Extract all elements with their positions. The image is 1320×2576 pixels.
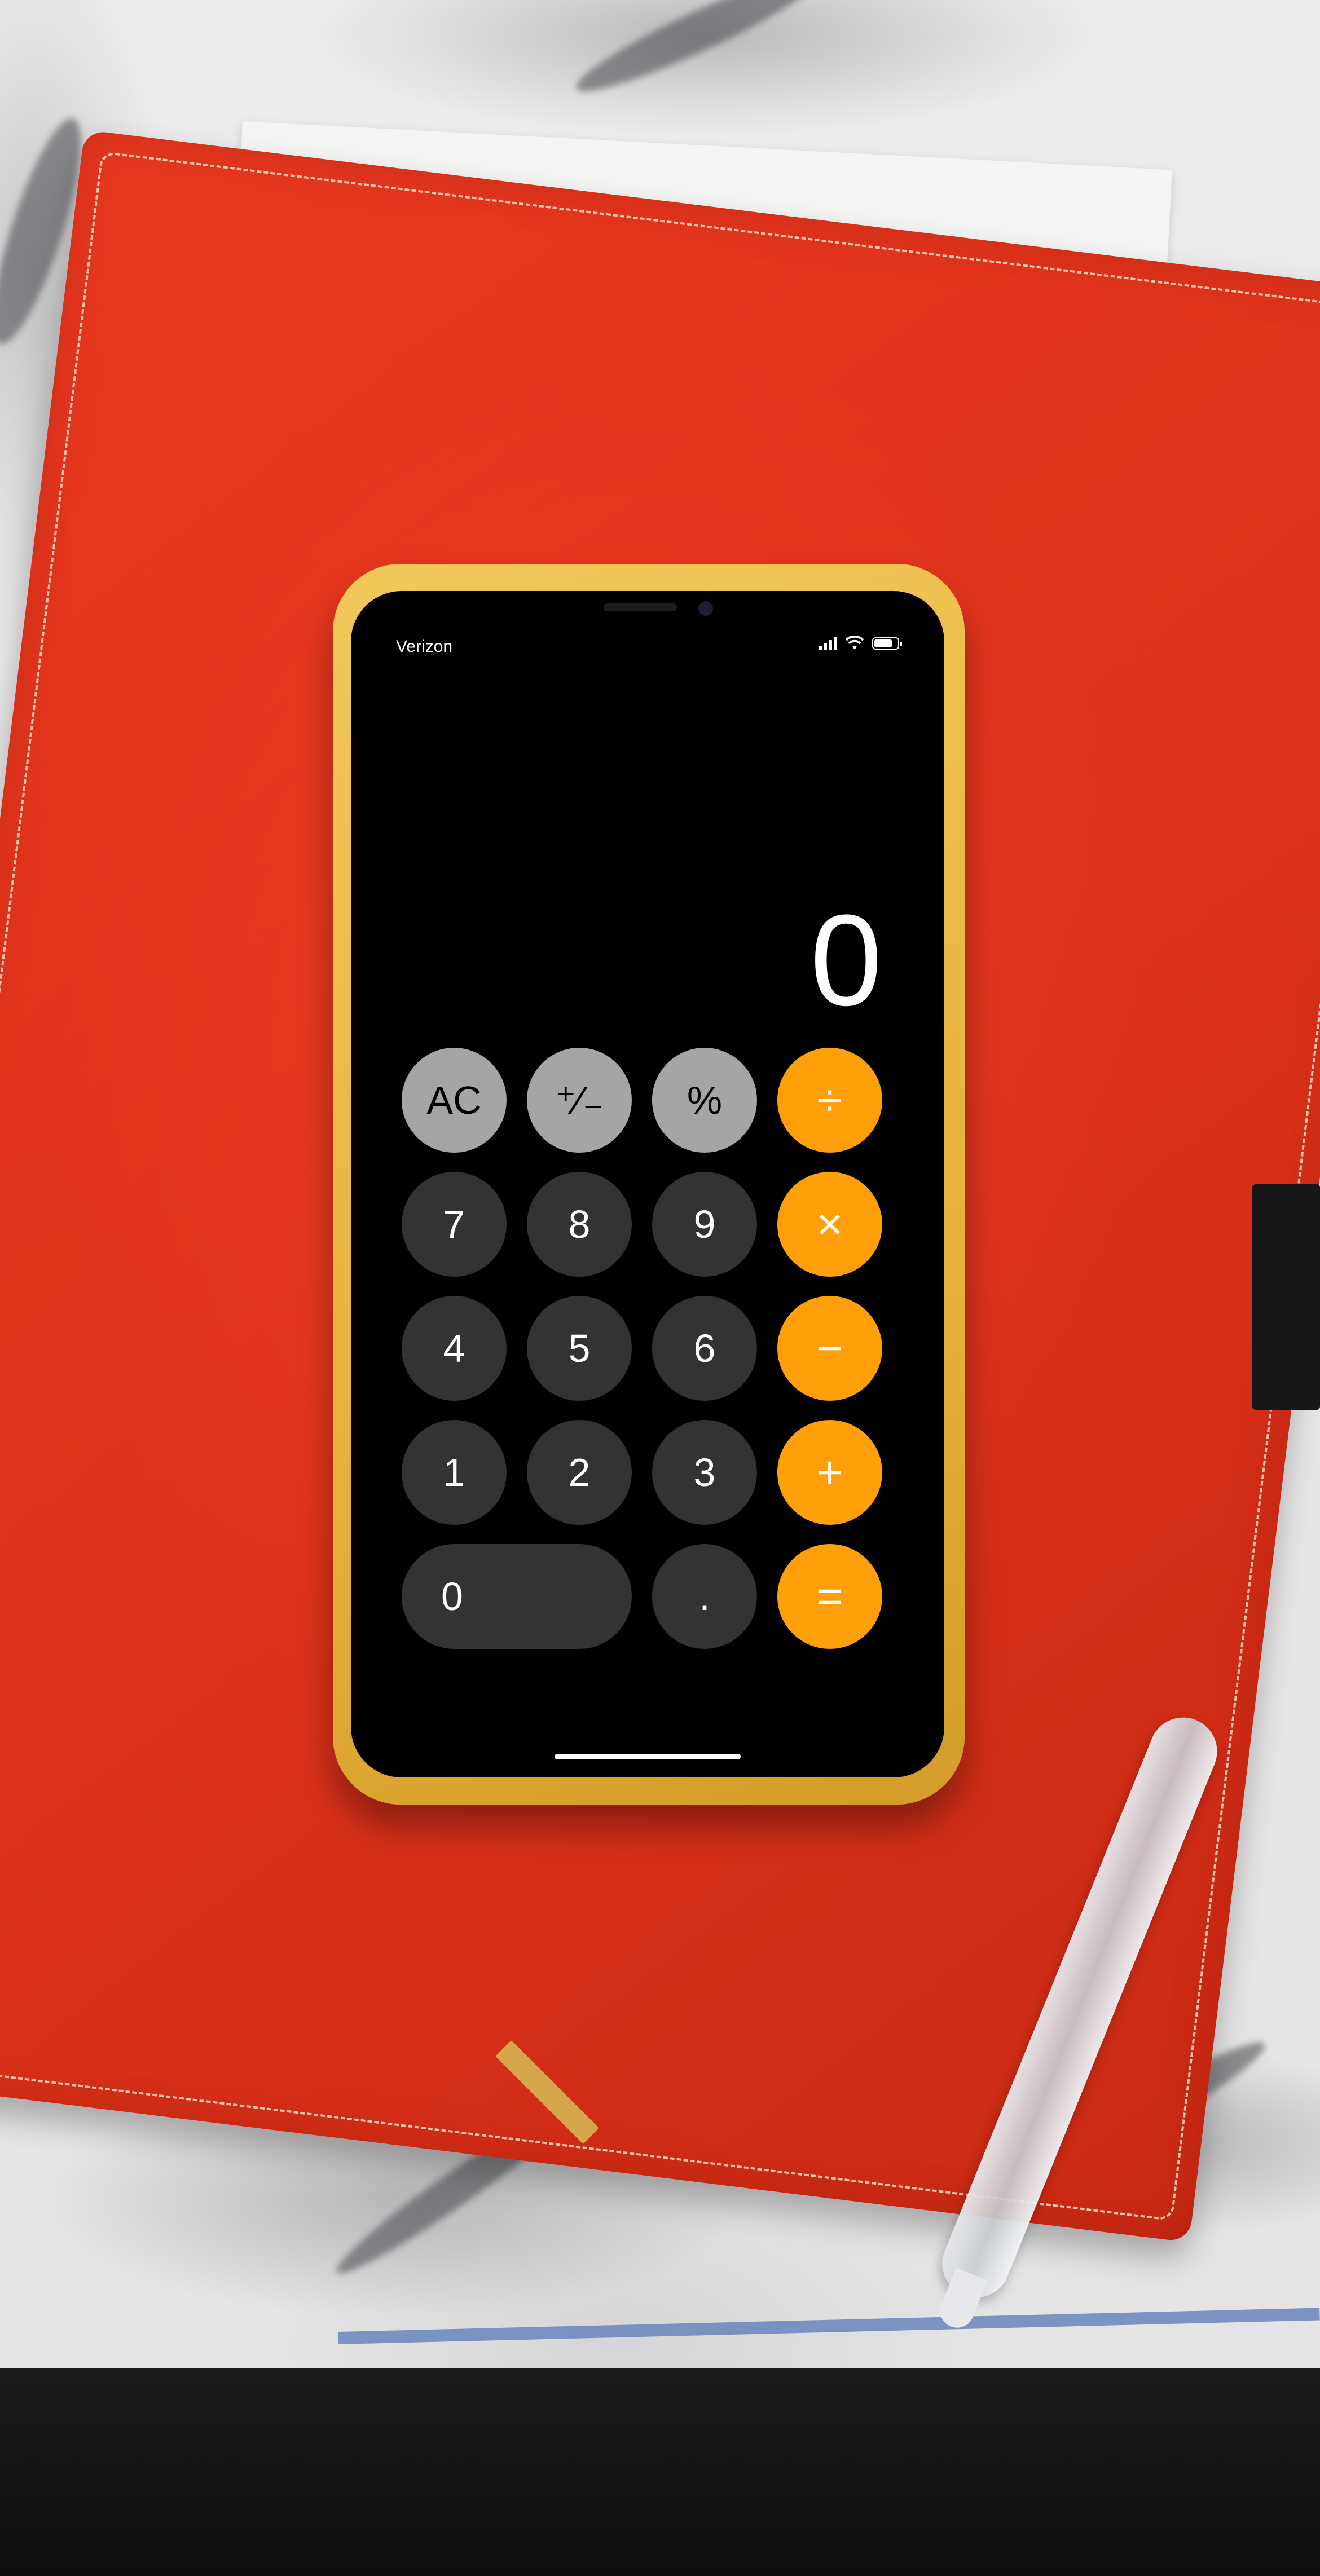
calculator-keypad: AC ⁺⁄₋ % ÷ 7 8 9 × 4 5 6 − 1 2 3 + 0 . = — [402, 1048, 892, 1649]
subtract-button[interactable]: − — [777, 1296, 882, 1401]
percent-button[interactable]: % — [652, 1048, 757, 1153]
phone-screen: Verizon 0 AC ⁺⁄₋ % ÷ 7 8 9 × 4 5 6 − 1 2… — [351, 591, 944, 1777]
notebook-elastic-band — [1252, 1184, 1320, 1410]
signal-icon — [819, 637, 837, 650]
digit-8-button[interactable]: 8 — [527, 1172, 632, 1277]
clear-button[interactable]: AC — [402, 1048, 507, 1153]
digit-9-button[interactable]: 9 — [652, 1172, 757, 1277]
home-indicator[interactable] — [555, 1754, 741, 1759]
multiply-button[interactable]: × — [777, 1172, 882, 1277]
equals-button[interactable]: = — [777, 1544, 882, 1649]
dark-table-surface — [0, 2368, 1320, 2576]
digit-7-button[interactable]: 7 — [402, 1172, 507, 1277]
digit-6-button[interactable]: 6 — [652, 1296, 757, 1401]
front-camera — [698, 601, 713, 616]
add-button[interactable]: + — [777, 1420, 882, 1525]
battery-icon — [872, 637, 902, 650]
decimal-button[interactable]: . — [652, 1544, 757, 1649]
digit-3-button[interactable]: 3 — [652, 1420, 757, 1525]
divide-button[interactable]: ÷ — [777, 1048, 882, 1153]
photo-scene: Verizon 0 AC ⁺⁄₋ % ÷ 7 8 9 × 4 5 6 − 1 2… — [0, 0, 1320, 2576]
digit-2-button[interactable]: 2 — [527, 1420, 632, 1525]
carrier-label: Verizon — [396, 637, 453, 656]
digit-5-button[interactable]: 5 — [527, 1296, 632, 1401]
phone-notch — [512, 591, 783, 630]
calculator-display: 0 — [810, 888, 882, 1033]
digit-0-button[interactable]: 0 — [402, 1544, 632, 1649]
speaker-grille — [604, 603, 677, 611]
sign-toggle-button[interactable]: ⁺⁄₋ — [527, 1048, 632, 1153]
battery-fill — [874, 639, 892, 647]
phone-case: Verizon 0 AC ⁺⁄₋ % ÷ 7 8 9 × 4 5 6 − 1 2… — [333, 564, 965, 1805]
digit-4-button[interactable]: 4 — [402, 1296, 507, 1401]
digit-1-button[interactable]: 1 — [402, 1420, 507, 1525]
wifi-icon — [845, 636, 864, 650]
status-icons — [819, 636, 902, 651]
